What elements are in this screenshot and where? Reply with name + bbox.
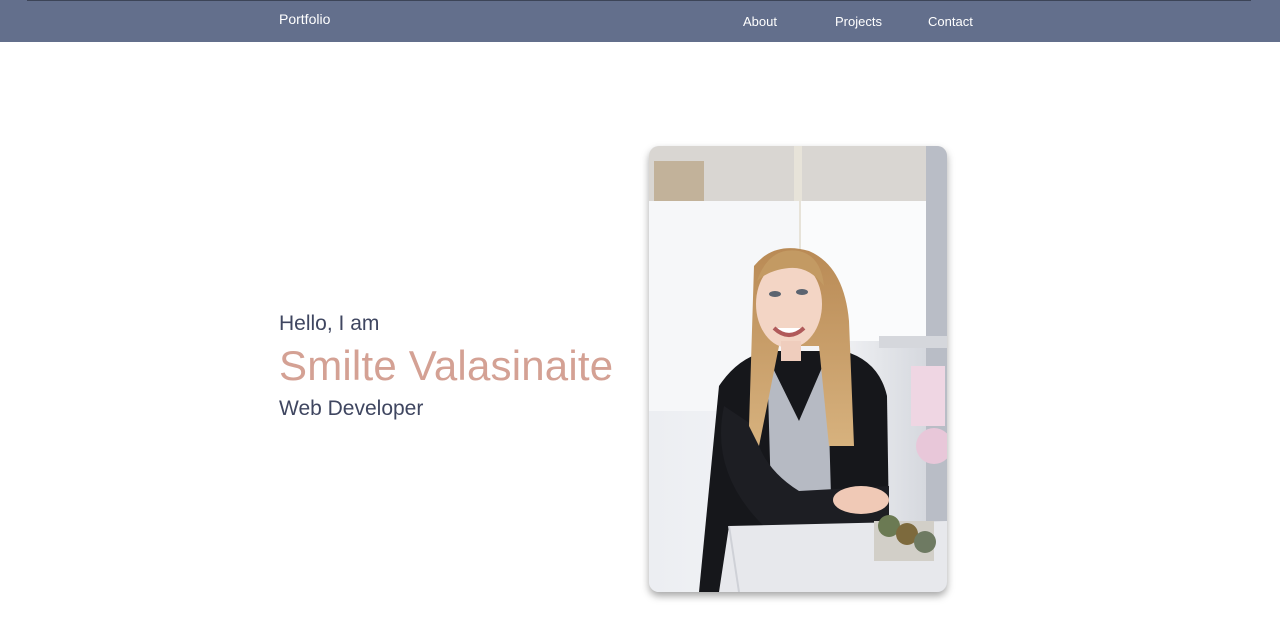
profile-photo-illustration bbox=[649, 146, 947, 592]
nav-link-about[interactable]: About bbox=[743, 14, 777, 29]
hero-greeting: Hello, I am bbox=[279, 312, 380, 335]
nav-link-projects[interactable]: Projects bbox=[835, 14, 882, 29]
hero-name: Smilte Valasinaite bbox=[279, 342, 614, 389]
navbar: Portfolio About Projects Contact bbox=[0, 0, 1280, 42]
profile-photo bbox=[649, 146, 947, 592]
hero-intro: Hello, I am Smilte Valasinaite Web Devel… bbox=[279, 311, 613, 421]
brand-link[interactable]: Portfolio bbox=[279, 11, 330, 27]
navbar-divider bbox=[27, 0, 1251, 1]
nav-link-contact[interactable]: Contact bbox=[928, 14, 973, 29]
hero-role: Web Developer bbox=[279, 397, 424, 420]
